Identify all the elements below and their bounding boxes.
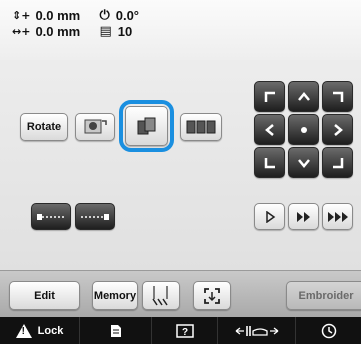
rotate-label: Rotate — [26, 121, 62, 133]
vertical-offset-icon: ⇕+ — [12, 8, 31, 22]
corner-down-left-icon — [264, 157, 275, 168]
move-left-button[interactable] — [254, 114, 285, 145]
color-count-value: 10 — [117, 23, 133, 39]
bottom-toolbar: Edit Memory Embroider — [0, 270, 361, 317]
frame-corners-icon — [204, 287, 220, 304]
rotation-angle-value: 0.0° — [115, 7, 140, 23]
status-row-2: ↔+ 0.0 mm ▤ 10 — [12, 23, 132, 39]
chevron-down-icon — [297, 158, 310, 168]
memory-button[interactable]: Memory — [92, 281, 138, 310]
stitch-end-icon — [81, 213, 109, 220]
corner-down-right-icon — [332, 157, 343, 168]
resize-pattern-icon — [84, 119, 107, 134]
resize-pattern-button[interactable] — [75, 113, 115, 141]
fast-forward-icon — [296, 211, 310, 222]
rotate-button[interactable]: Rotate — [20, 113, 68, 141]
presser-foot-icon — [235, 325, 278, 336]
fast-forward-button[interactable] — [288, 203, 319, 230]
chevron-up-icon — [297, 91, 310, 101]
center-button[interactable] — [288, 114, 319, 145]
multi-pattern-button[interactable] — [180, 113, 222, 141]
center-dot-icon — [300, 126, 307, 133]
horizontal-offset-value: 0.0 mm — [35, 23, 81, 39]
corner-up-left-icon — [264, 91, 275, 102]
lock-label: Lock — [37, 324, 64, 337]
thread-spool-icon: ▤ — [99, 23, 112, 39]
settings-button[interactable] — [296, 317, 361, 344]
move-up-button[interactable] — [288, 81, 319, 112]
embroider-label: Embroider — [298, 289, 354, 302]
bottom-status-bar: Lock ? — [0, 317, 361, 344]
embroidery-edit-screen: ⇕+ 0.0 mm ⏻ 0.0° ↔+ 0.0 mm ▤ 10 Rotate E… — [0, 0, 361, 344]
move-right-button[interactable] — [322, 114, 353, 145]
skip-forward-button[interactable] — [322, 203, 353, 230]
horizontal-offset-icon: ↔+ — [12, 24, 31, 38]
duplicate-pattern-button[interactable] — [125, 106, 168, 146]
presser-foot-button[interactable] — [218, 317, 296, 344]
move-up-right-button[interactable] — [322, 81, 353, 112]
rotation-angle-icon: ⏻ — [99, 7, 110, 23]
memory-label: Memory — [93, 289, 137, 302]
edit-label: Edit — [34, 289, 55, 302]
corner-up-right-icon — [332, 91, 343, 102]
step-forward-button[interactable] — [254, 203, 285, 230]
svg-text:?: ? — [181, 327, 187, 338]
stitch-end-button[interactable] — [75, 203, 115, 230]
move-down-left-button[interactable] — [254, 147, 285, 178]
chevron-left-icon — [264, 123, 274, 136]
status-panel: ⇕+ 0.0 mm ⏻ 0.0° ↔+ 0.0 mm ▤ 10 — [0, 0, 361, 60]
page-icon — [110, 324, 121, 337]
edit-button[interactable]: Edit — [9, 281, 80, 310]
move-up-left-button[interactable] — [254, 81, 285, 112]
stitch-start-button[interactable] — [31, 203, 71, 230]
move-down-button[interactable] — [288, 147, 319, 178]
move-down-right-button[interactable] — [322, 147, 353, 178]
status-row-1: ⇕+ 0.0 mm ⏻ 0.0° — [12, 7, 139, 23]
needle-stitch-icon — [152, 285, 168, 305]
duplicate-pattern-icon — [137, 117, 155, 135]
play-small-icon — [265, 210, 275, 223]
lock-button[interactable]: Lock — [0, 317, 80, 344]
stitch-settings-button[interactable] — [142, 281, 180, 310]
frame-area-button[interactable] — [193, 281, 231, 310]
chevron-right-icon — [333, 123, 343, 136]
clock-icon — [321, 323, 336, 338]
triple-forward-icon — [327, 211, 348, 222]
warning-icon — [15, 323, 32, 338]
multi-pattern-icon — [186, 120, 216, 134]
page-button[interactable] — [80, 317, 152, 344]
vertical-offset-value: 0.0 mm — [35, 7, 81, 23]
help-button[interactable]: ? — [152, 317, 218, 344]
help-icon: ? — [175, 323, 194, 338]
stitch-start-icon — [37, 213, 65, 220]
embroider-button[interactable]: Embroider — [286, 281, 361, 310]
